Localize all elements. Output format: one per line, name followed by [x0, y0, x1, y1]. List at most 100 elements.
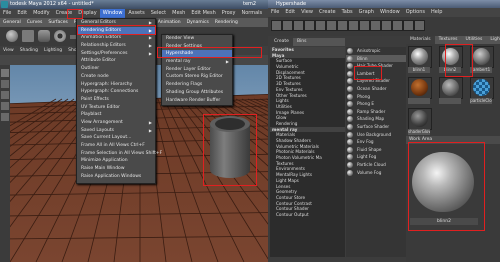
menu-modify[interactable]: Modify: [30, 9, 53, 18]
rendering-menu-item-rendering-flags[interactable]: Rendering Flags: [162, 81, 232, 89]
hypershade-menu-window[interactable]: Window: [377, 9, 403, 15]
tab-textures[interactable]: Textures: [435, 36, 462, 44]
material-swatch[interactable]: [439, 77, 463, 99]
hypershade-menu-create[interactable]: Create: [316, 9, 339, 15]
menu-edit-mesh[interactable]: Edit Mesh: [188, 9, 218, 18]
hypershade-tool-icon[interactable]: [370, 20, 381, 31]
window-menu-item-playblast[interactable]: Playblast: [77, 111, 155, 119]
lasso-tool-icon[interactable]: [1, 80, 9, 88]
menu-mesh[interactable]: Mesh: [169, 9, 188, 18]
shelf-tab-surfaces[interactable]: Surfaces: [45, 20, 71, 25]
hypershade-tool-icon[interactable]: [326, 20, 337, 31]
tab-bins[interactable]: Bins: [293, 38, 311, 46]
hypershade-tool-icon[interactable]: [403, 20, 414, 31]
shelf-tab-curves[interactable]: Curves: [24, 20, 46, 25]
node-item-blinn[interactable]: Blinn: [346, 54, 406, 63]
hypershade-tool-icon[interactable]: [315, 20, 326, 31]
window-menu-item-general-editors[interactable]: General Editors ▶: [77, 19, 155, 27]
window-menu-item-save-current-layout[interactable]: Save Current Layout...: [77, 134, 155, 142]
rendering-menu-item-shading-group-attributes[interactable]: Shading Group Attributes: [162, 89, 232, 97]
hypershade-tool-icon[interactable]: [381, 20, 392, 31]
shelf-tab-rendering[interactable]: Rendering: [212, 20, 241, 25]
window-menu-item-create-node[interactable]: Create node: [77, 73, 155, 81]
hypershade-menu-options[interactable]: Options: [403, 9, 428, 15]
rendering-menu-item-mental-ray[interactable]: mental ray ▶: [162, 58, 232, 66]
window-menu-item-rendering-editors[interactable]: Rendering Editors ▶: [77, 26, 155, 35]
window-menu-item-view-arrangement[interactable]: View Arrangement ▶: [77, 119, 155, 127]
node-item-volume-fog[interactable]: Volume Fog: [346, 169, 406, 177]
window-menu-item-raise-application-windows[interactable]: Raise Application Windows: [77, 173, 155, 181]
tab-utilities[interactable]: Utilities: [461, 36, 486, 44]
blinn-material-swatch-large[interactable]: [412, 152, 474, 212]
hypershade-menu-graph[interactable]: Graph: [356, 9, 377, 15]
tab-create[interactable]: Create: [270, 38, 293, 46]
scale-tool-icon[interactable]: [1, 113, 9, 121]
hypershade-menu-help[interactable]: Help: [428, 9, 445, 15]
window-menu-item-settings-preferences[interactable]: Settings/Preferences ▶: [77, 50, 155, 58]
tree-item-contour-output[interactable]: Contour Output: [270, 212, 345, 218]
hypershade-tool-icon[interactable]: [304, 20, 315, 31]
work-area-tab[interactable]: Work Area: [406, 136, 500, 144]
node-item-light-fog[interactable]: Light Fog: [346, 153, 406, 161]
node-item-lambert[interactable]: Lambert: [346, 70, 406, 78]
material-swatch[interactable]: [470, 77, 494, 99]
menu-window[interactable]: Window: [99, 9, 126, 18]
cylinder-object[interactable]: [200, 112, 260, 182]
shelf-tab-dynamics[interactable]: Dynamics: [184, 20, 212, 25]
node-item-use-background[interactable]: Use Background: [346, 131, 406, 139]
hypershade-tool-icon[interactable]: [414, 20, 425, 31]
node-item-shading-map[interactable]: Shading Map: [346, 115, 406, 123]
menu-file[interactable]: File: [0, 9, 14, 18]
tab-materials[interactable]: Materials: [406, 36, 435, 44]
menu-select[interactable]: Select: [148, 9, 169, 18]
window-menu-item-outliner[interactable]: Outliner: [77, 65, 155, 73]
work-area[interactable]: Work Area blinn2: [406, 136, 500, 262]
window-menu-item-minimize-application[interactable]: Minimize Application: [77, 157, 155, 165]
hypershade-menu-tabs[interactable]: Tabs: [339, 9, 356, 15]
move-tool-icon[interactable]: [1, 91, 9, 99]
hypershade-tool-icon[interactable]: [271, 20, 282, 31]
viewport-menu-view[interactable]: View: [0, 48, 17, 53]
rendering-menu-item-render-settings[interactable]: Render Settings: [162, 43, 232, 51]
torus-icon[interactable]: [54, 30, 66, 42]
hypershade-tool-icon[interactable]: [282, 20, 293, 31]
window-menu-item-paint-effects[interactable]: Paint Effects: [77, 96, 155, 104]
window-menu-item-saved-layouts[interactable]: Saved Layouts ▶: [77, 127, 155, 135]
rendering-menu-item-render-view[interactable]: Render View: [162, 35, 232, 43]
node-item-phong[interactable]: Phong: [346, 93, 406, 101]
viewport-menu-shading[interactable]: Shading: [17, 48, 41, 53]
cube-icon[interactable]: [22, 30, 34, 42]
rendering-menu-item-hardware-render-buffer[interactable]: Hardware Render Buffer: [162, 97, 232, 105]
hypershade-menu-file[interactable]: File: [268, 9, 282, 15]
hypershade-tool-icon[interactable]: [359, 20, 370, 31]
sphere-icon[interactable]: [6, 30, 18, 42]
node-item-anisotropic[interactable]: Anisotropic: [346, 47, 406, 55]
node-item-surface-shader[interactable]: Surface Shader: [346, 123, 406, 131]
shelf-tab-general[interactable]: General: [0, 20, 24, 25]
hypershade-menu-edit[interactable]: Edit: [282, 9, 298, 15]
menu-display[interactable]: Display: [75, 9, 99, 18]
shelf-tab-animation[interactable]: Animation: [155, 20, 184, 25]
material-swatch[interactable]: [470, 46, 494, 68]
material-swatch[interactable]: [439, 46, 463, 68]
select-tool-icon[interactable]: [1, 69, 9, 77]
window-menu-item-uv-texture-editor[interactable]: UV Texture Editor: [77, 104, 155, 112]
window-menu-item-relationship-editors[interactable]: Relationship Editors ▶: [77, 42, 155, 50]
window-menu-item-frame-selection-in-all-views-shift-f[interactable]: Frame Selection in All Views Shift+F: [77, 150, 162, 158]
node-item-ramp-shader[interactable]: Ramp Shader: [346, 108, 406, 116]
window-menu-item-frame-all-in-all-views-ctrl-f[interactable]: Frame All in All Views Ctrl+F: [77, 142, 155, 150]
node-item-env-fog[interactable]: Env Fog: [346, 138, 406, 146]
rendering-menu-item-render-layer-editor[interactable]: Render Layer Editor: [162, 66, 232, 74]
node-item-ocean-shader[interactable]: Ocean Shader: [346, 85, 406, 93]
node-item-fluid-shape[interactable]: Fluid Shape: [346, 146, 406, 154]
hypershade-tool-icon[interactable]: [337, 20, 348, 31]
material-swatch[interactable]: [408, 77, 432, 99]
hypershade-tool-icon[interactable]: [293, 20, 304, 31]
window-menu-item-hypergraph-hierarchy[interactable]: Hypergraph: Hierarchy: [77, 81, 155, 89]
menu-assets[interactable]: Assets: [125, 9, 147, 18]
window-menu-item-attribute-editor[interactable]: Attribute Editor: [77, 57, 155, 65]
hypershade-tool-icon[interactable]: [348, 20, 359, 31]
rotate-tool-icon[interactable]: [1, 102, 9, 110]
node-item-phong-e[interactable]: Phong E: [346, 100, 406, 108]
tab-ligh[interactable]: Ligh: [486, 36, 500, 44]
